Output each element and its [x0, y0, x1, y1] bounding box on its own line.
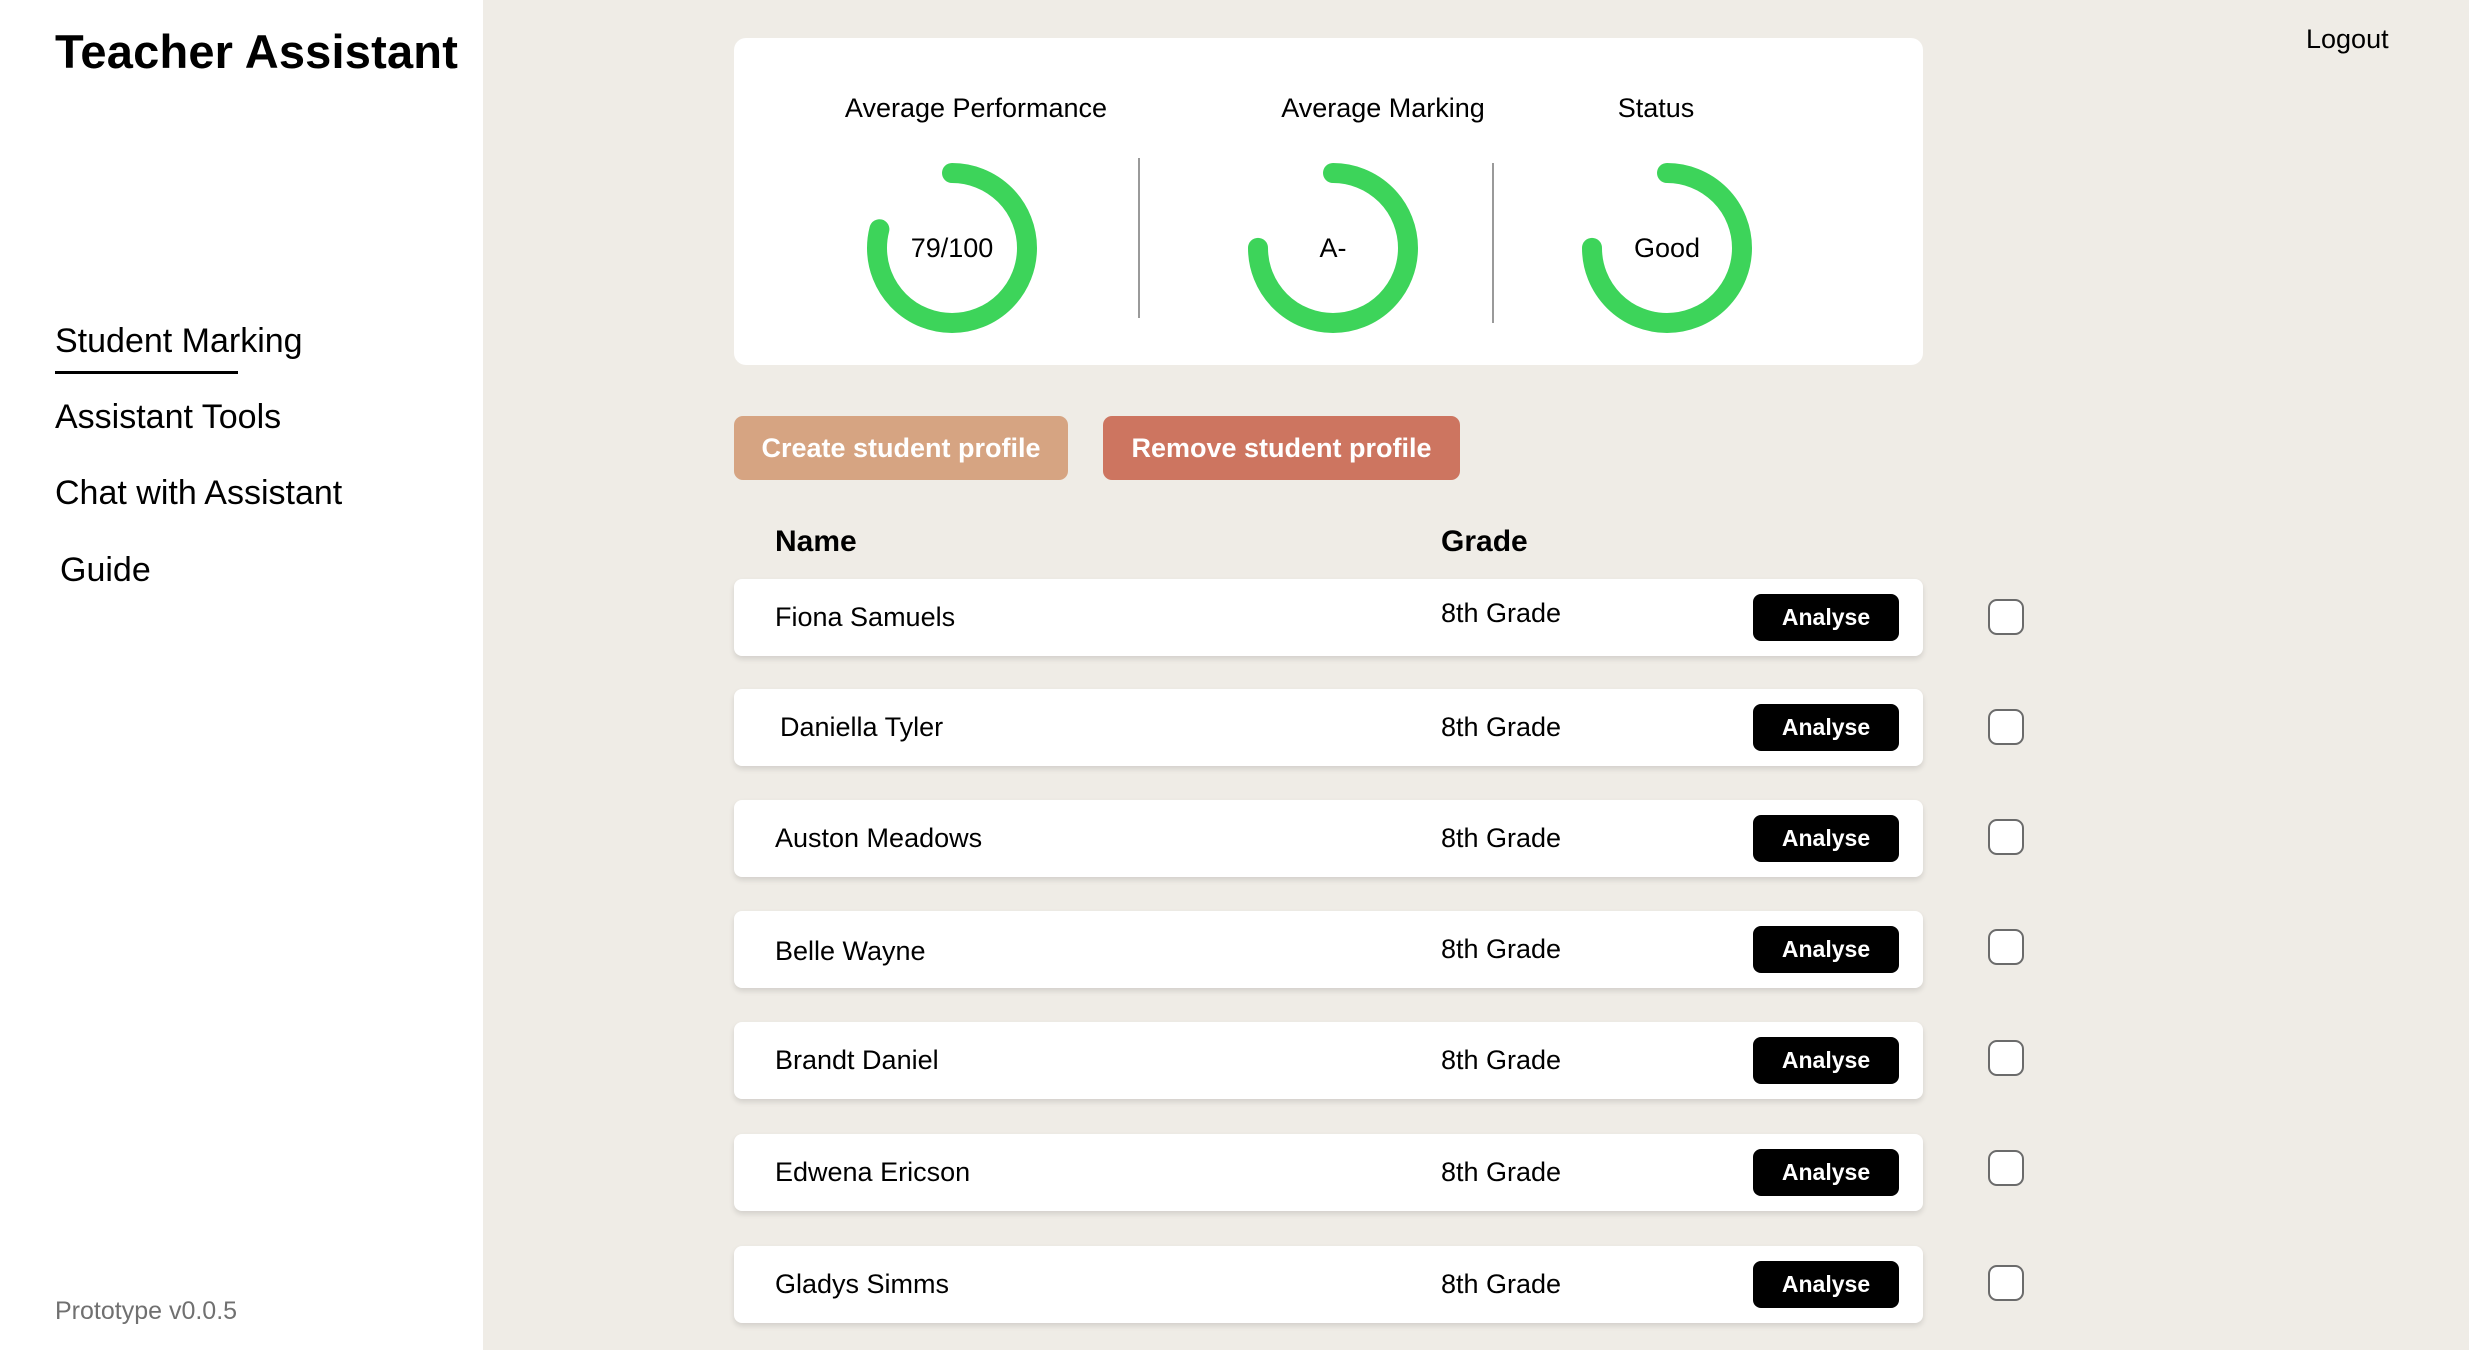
row-select-checkbox[interactable] — [1988, 709, 2024, 745]
student-grade: 8th Grade — [1441, 712, 1562, 742]
student-grade: 8th Grade — [1441, 1045, 1562, 1075]
student-name: Daniella Tyler — [780, 712, 944, 742]
student-grade: 8th Grade — [1441, 823, 1562, 853]
analyse-button[interactable]: Analyse — [1753, 926, 1899, 973]
row-select-checkbox[interactable] — [1988, 1150, 2024, 1186]
stat-divider — [1138, 158, 1140, 318]
student-row: Auston Meadows 8th Grade Analyse — [734, 800, 1923, 877]
student-row: Daniella Tyler 8th Grade Analyse — [734, 689, 1923, 766]
analyse-button[interactable]: Analyse — [1753, 1149, 1899, 1196]
stat-label-average-performance: Average Performance — [844, 93, 1108, 123]
student-grade: 8th Grade — [1441, 598, 1562, 628]
nav-item-assistant-tools[interactable]: Assistant Tools — [55, 398, 281, 437]
create-student-profile-button[interactable]: Create student profile — [734, 416, 1068, 480]
student-name: Belle Wayne — [775, 936, 926, 966]
row-select-checkbox[interactable] — [1988, 819, 2024, 855]
student-grade: 8th Grade — [1441, 934, 1562, 964]
analyse-button[interactable]: Analyse — [1753, 704, 1899, 751]
nav-item-guide[interactable]: Guide — [60, 551, 151, 590]
row-select-checkbox[interactable] — [1988, 1265, 2024, 1301]
column-header-grade: Grade — [1441, 525, 1528, 558]
average-performance-value: 79/100 — [910, 232, 994, 263]
app-title: Teacher Assistant — [55, 25, 459, 78]
remove-student-profile-button[interactable]: Remove student profile — [1103, 416, 1460, 480]
student-name: Edwena Ericson — [775, 1157, 971, 1187]
stat-label-status: Status — [1617, 93, 1695, 123]
student-row: Edwena Ericson 8th Grade Analyse — [734, 1134, 1923, 1211]
active-nav-underline — [55, 371, 238, 374]
analyse-button[interactable]: Analyse — [1753, 1261, 1899, 1308]
student-name: Gladys Simms — [775, 1269, 950, 1299]
average-marking-value: A- — [1319, 232, 1347, 263]
student-name: Auston Meadows — [775, 823, 983, 853]
row-select-checkbox[interactable] — [1988, 1040, 2024, 1076]
stats-card: Average Performance 79/100 Average Marki… — [734, 38, 1923, 365]
nav-item-chat-with-assistant[interactable]: Chat with Assistant — [55, 474, 342, 513]
student-name: Brandt Daniel — [775, 1045, 939, 1075]
row-select-checkbox[interactable] — [1988, 929, 2024, 965]
sidebar: Teacher Assistant Student Marking Assist… — [0, 0, 483, 1350]
row-select-checkbox[interactable] — [1988, 599, 2024, 635]
student-row: Gladys Simms 8th Grade Analyse — [734, 1246, 1923, 1323]
student-row: Fiona Samuels 8th Grade Analyse — [734, 579, 1923, 656]
student-row: Belle Wayne 8th Grade Analyse — [734, 911, 1923, 988]
status-value: Good — [1633, 232, 1701, 263]
student-grade: 8th Grade — [1441, 1157, 1562, 1187]
analyse-button[interactable]: Analyse — [1753, 1037, 1899, 1084]
analyse-button[interactable]: Analyse — [1753, 594, 1899, 641]
nav-item-student-marking[interactable]: Student Marking — [55, 322, 303, 361]
analyse-button[interactable]: Analyse — [1753, 815, 1899, 862]
column-header-name: Name — [775, 525, 857, 558]
student-grade: 8th Grade — [1441, 1269, 1562, 1299]
student-row: Brandt Daniel 8th Grade Analyse — [734, 1022, 1923, 1099]
stat-divider — [1492, 163, 1494, 323]
version-label: Prototype v0.0.5 — [55, 1297, 238, 1325]
student-name: Fiona Samuels — [775, 602, 956, 632]
logout-link[interactable]: Logout — [2306, 24, 2389, 55]
